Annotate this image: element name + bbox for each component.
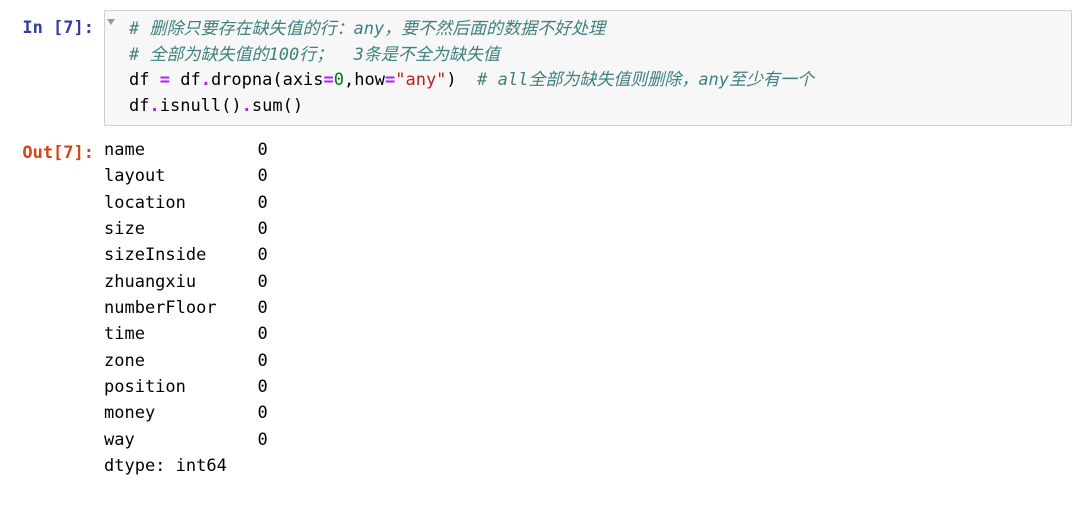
output-text-area: name 0 layout 0 location 0 size 0 sizeIn… [104,135,1072,479]
code-comment-2: # 全部为缺失值的100行； 3条是不全为缺失值 [129,45,500,65]
input-prompt-label: In [7]: [22,18,94,38]
input-prompt: In [7]: [8,10,104,38]
code-input-area[interactable]: # 删除只要存在缺失值的行：any，要不然后面的数据不好处理 # 全部为缺失值的… [104,10,1072,126]
code-content[interactable]: # 删除只要存在缺失值的行：any，要不然后面的数据不好处理 # 全部为缺失值的… [115,17,1061,119]
output-prompt-label: Out[7]: [22,143,94,163]
output-cell: Out[7]: name 0 layout 0 location 0 size … [8,132,1072,479]
output-prompt: Out[7]: [8,135,104,163]
code-comment-1: # 删除只要存在缺失值的行：any，要不然后面的数据不好处理 [129,19,605,39]
code-line-4: df.isnull().sum() [129,96,303,116]
code-line-3: df = df.dropna(axis=0,how="any") # all全部… [129,70,814,90]
collapse-toggle-icon[interactable] [107,19,115,25]
input-cell: In [7]: # 删除只要存在缺失值的行：any，要不然后面的数据不好处理 #… [8,10,1072,126]
